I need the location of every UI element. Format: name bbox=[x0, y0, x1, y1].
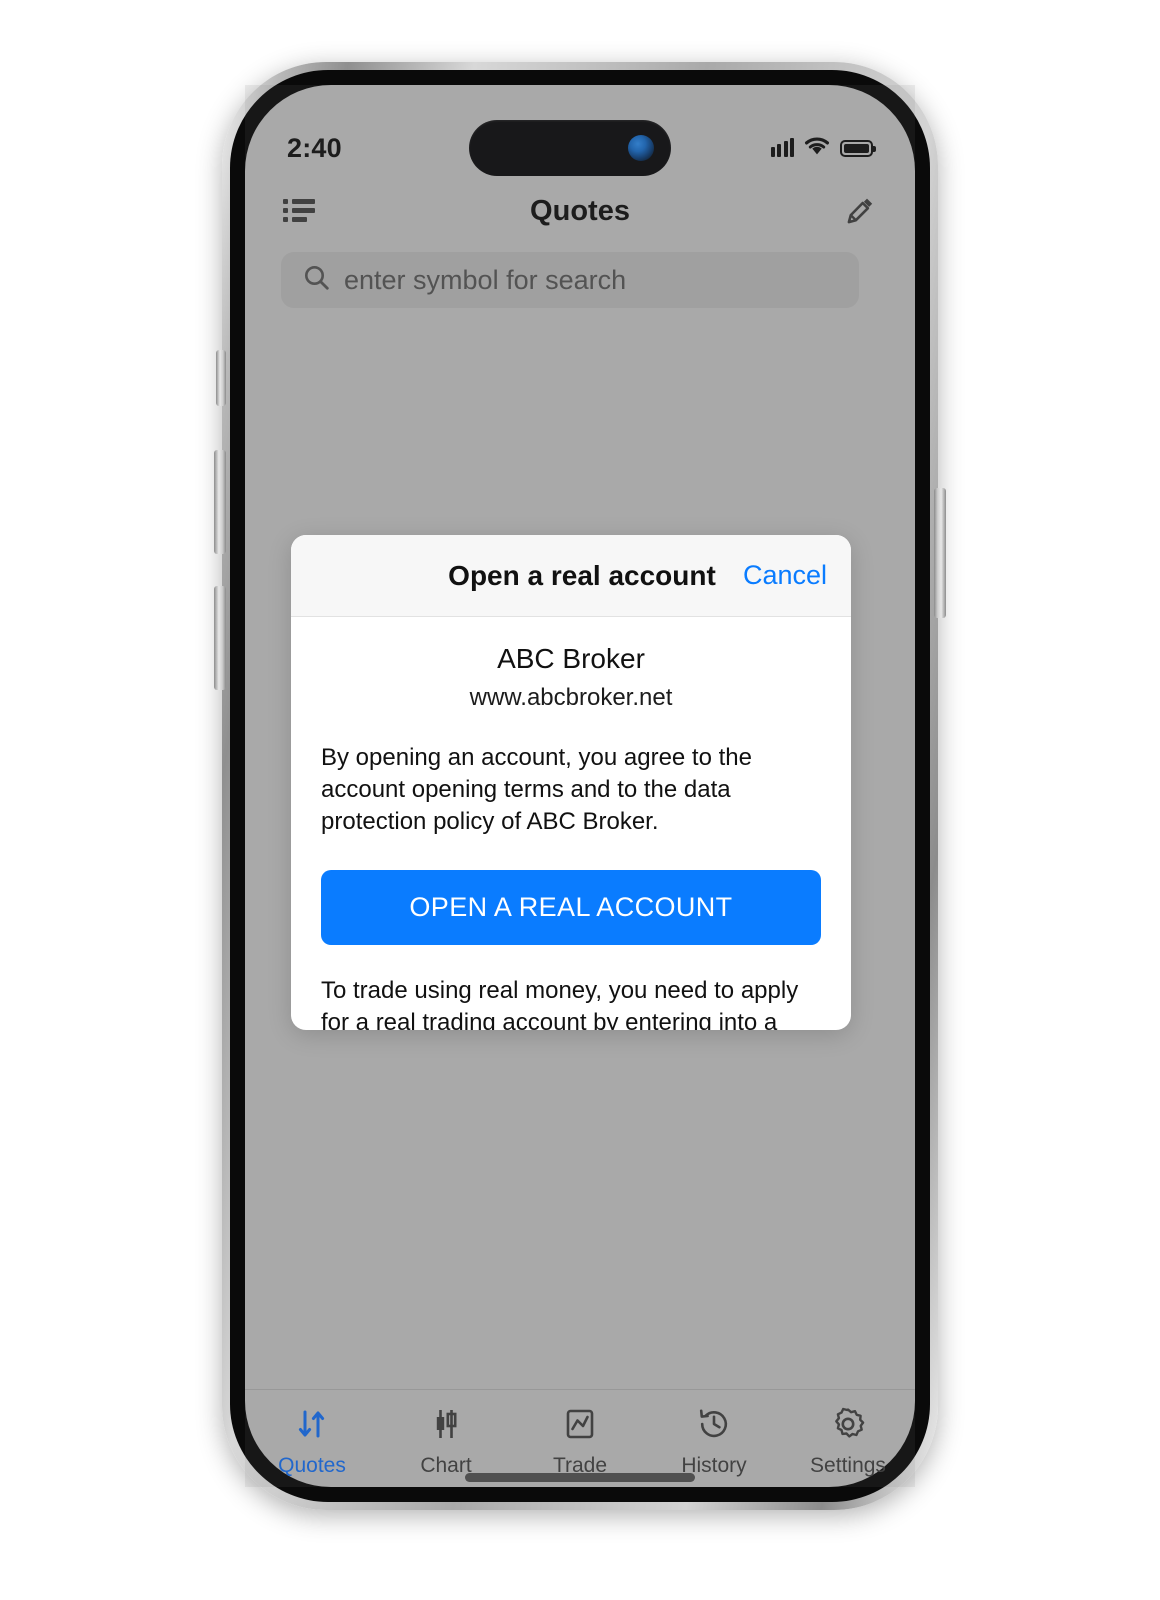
volume-down-button[interactable] bbox=[214, 586, 226, 690]
power-button[interactable] bbox=[934, 488, 946, 618]
terms-text: By opening an account, you agree to the … bbox=[321, 744, 752, 835]
silent-switch[interactable] bbox=[216, 350, 226, 406]
dialog-header: Open a real account Cancel bbox=[291, 535, 851, 617]
broker-name: ABC Broker bbox=[497, 643, 645, 674]
volume-up-button[interactable] bbox=[214, 450, 226, 554]
note-text: To trade using real money, you need to a… bbox=[321, 976, 799, 1030]
cancel-button[interactable]: Cancel bbox=[743, 560, 827, 591]
broker-url: www.abcbroker.net bbox=[469, 684, 673, 711]
dialog-body: ABC Broker www.abcbroker.net By opening … bbox=[291, 617, 851, 1030]
screenshot-stage: 2:40 Quotes enter symbol for search Open… bbox=[0, 0, 1160, 1600]
open-real-account-dialog: Open a real account Cancel ABC Broker ww… bbox=[291, 535, 851, 1030]
open-real-account-button[interactable]: OPEN A REAL ACCOUNT bbox=[321, 869, 821, 945]
